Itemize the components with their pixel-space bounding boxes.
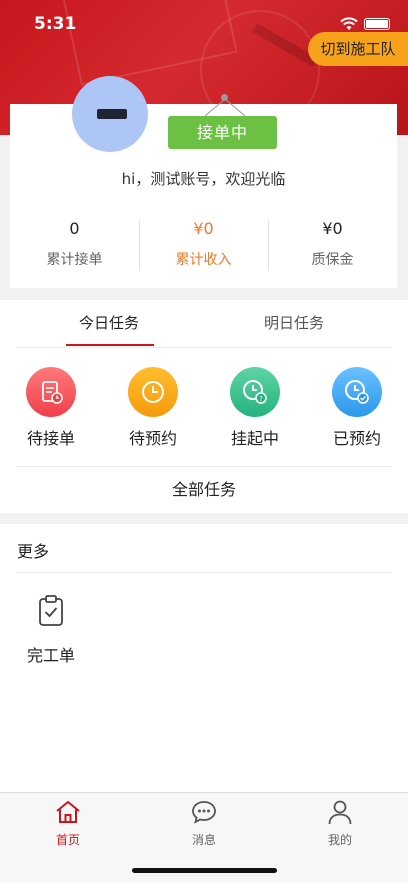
home-indicator	[132, 868, 277, 873]
avatar-tag	[97, 109, 127, 119]
stat-label: 质保金	[311, 252, 354, 268]
status-time: 5:31	[34, 14, 77, 34]
tabbar-label: 首页	[55, 833, 80, 847]
stat-deposit[interactable]: ¥0 质保金	[268, 214, 397, 278]
stat-total-orders[interactable]: 0 累计接单	[10, 214, 139, 278]
tabbar-label: 我的	[327, 833, 352, 847]
task-category-row: 待接单 待预约 ? 挂起中 已预约	[0, 367, 408, 449]
avatar[interactable]	[72, 76, 148, 152]
stat-label: 累计接单	[46, 252, 103, 268]
more-section: 更多 完工单	[0, 524, 408, 792]
clipboard-check-icon	[39, 595, 63, 626]
stat-value: ¥0	[193, 219, 214, 238]
clock-check-icon	[332, 367, 382, 417]
wifi-icon	[340, 17, 358, 30]
stat-label: 累计收入	[175, 252, 232, 268]
tabbar-home[interactable]: 首页	[0, 793, 136, 883]
stat-value: 0	[69, 219, 80, 238]
greeting-text: hi，测试账号，欢迎光临	[121, 170, 286, 188]
home-icon	[56, 801, 80, 823]
tab-today[interactable]: 今日任务	[79, 312, 139, 333]
switch-team-button[interactable]: 切到施工队	[308, 32, 408, 66]
task-label: 挂起中	[230, 429, 279, 448]
user-icon	[328, 800, 352, 825]
tabbar-profile[interactable]: 我的	[272, 793, 408, 883]
all-tasks-button[interactable]: 全部任务	[0, 466, 408, 513]
section-title: 更多	[17, 542, 50, 561]
more-item-label: 完工单	[26, 646, 75, 665]
task-appointed[interactable]: 已预约	[306, 367, 408, 449]
task-label: 已预约	[332, 429, 381, 448]
divider	[16, 347, 392, 348]
stat-value: ¥0	[322, 219, 343, 238]
task-label: 待接单	[26, 429, 75, 448]
divider	[16, 572, 392, 573]
tabbar-label: 消息	[191, 833, 216, 847]
completion-order-button[interactable]: 完工单	[20, 594, 82, 666]
task-pending-accept[interactable]: 待接单	[0, 367, 102, 449]
task-suspended[interactable]: ? 挂起中	[204, 367, 306, 449]
battery-icon	[364, 18, 390, 30]
stats-row: 0 累计接单 ¥0 累计收入 ¥0 质保金	[10, 214, 397, 278]
stat-total-income[interactable]: ¥0 累计收入	[139, 214, 268, 278]
svg-text:?: ?	[259, 395, 263, 403]
active-tab-indicator	[66, 344, 154, 346]
task-tabs: 今日任务 明日任务	[0, 300, 408, 348]
tasks-panel: 今日任务 明日任务 待接单 待预约 ? 挂起中 已预约 全部任务	[0, 300, 408, 513]
task-pending-appointment[interactable]: 待预约	[102, 367, 204, 449]
hanger-string-icon	[204, 99, 246, 117]
chat-icon	[192, 801, 216, 824]
clipboard-clock-icon	[26, 367, 76, 417]
clock-icon	[128, 367, 178, 417]
tab-tomorrow[interactable]: 明日任务	[264, 312, 324, 333]
order-status-toggle[interactable]: 接单中	[168, 116, 277, 149]
task-label: 待预约	[128, 429, 177, 448]
clock-question-icon: ?	[230, 367, 280, 417]
